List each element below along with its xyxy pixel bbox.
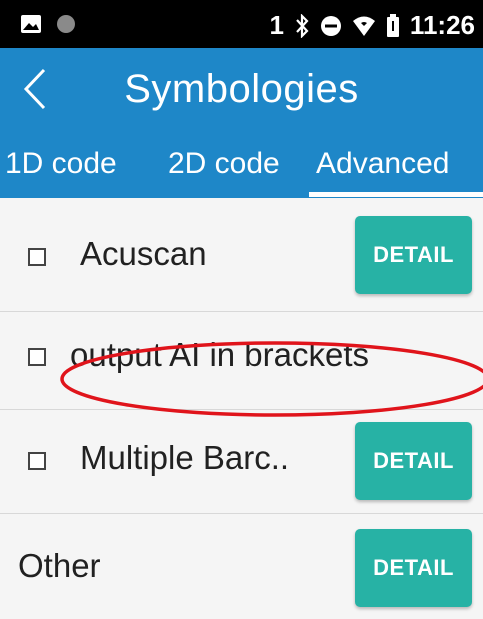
- multiple-barcodes-label: Multiple Barc..: [80, 439, 290, 476]
- tab-indicator: [309, 192, 483, 197]
- multiple-barcodes-checkbox[interactable]: [28, 452, 46, 470]
- list-item-output-ai: output AI in brackets: [0, 312, 483, 410]
- tab-1d-code[interactable]: 1D code: [5, 130, 117, 198]
- output-ai-checkbox[interactable]: [28, 348, 46, 366]
- tab-advanced[interactable]: Advanced: [316, 130, 449, 198]
- status-bar-right: 1 11:26: [269, 10, 475, 41]
- bluetooth-icon: [296, 13, 309, 38]
- list-item-multiple-barcodes: Multiple Barc.. DETAIL: [0, 410, 483, 514]
- acuscan-checkbox[interactable]: [28, 248, 46, 266]
- wifi-icon: [352, 16, 375, 36]
- page-title: Symbologies: [124, 67, 359, 111]
- acuscan-label: Acuscan: [80, 235, 207, 272]
- multiple-barcodes-detail-button[interactable]: DETAIL: [355, 422, 472, 500]
- list-item-acuscan: Acuscan DETAIL: [0, 198, 483, 312]
- output-ai-label: output AI in brackets: [70, 336, 370, 373]
- clock: 11:26: [409, 10, 475, 40]
- tab-bar: 1D code 2D code Advanced: [0, 130, 483, 198]
- acuscan-detail-button[interactable]: DETAIL: [355, 216, 472, 294]
- dot-icon: [57, 15, 75, 33]
- sim-slot-indicator: 1: [269, 10, 284, 40]
- tab-2d-code[interactable]: 2D code: [168, 130, 280, 198]
- status-bar-left: [20, 14, 76, 34]
- app-bar: Symbologies: [0, 48, 483, 130]
- minus-circle-icon: [320, 15, 341, 36]
- image-icon: [21, 15, 41, 33]
- other-detail-button[interactable]: DETAIL: [355, 529, 472, 607]
- other-label: Other: [18, 547, 101, 584]
- status-bar: 1 11:26: [0, 0, 483, 48]
- battery-icon: [386, 13, 399, 37]
- list-item-other: Other DETAIL: [0, 514, 483, 619]
